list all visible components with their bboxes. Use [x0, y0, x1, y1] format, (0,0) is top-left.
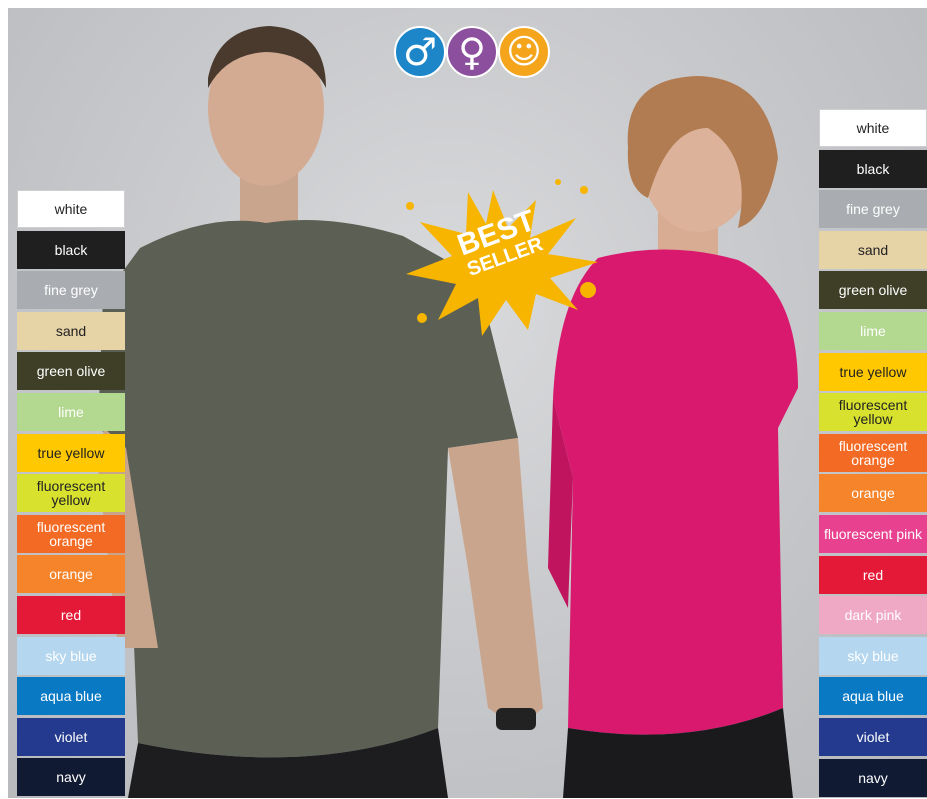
color-swatch-aqua-blue[interactable]: aqua blue	[819, 677, 927, 716]
color-swatch-black[interactable]: black	[17, 230, 125, 269]
color-swatch-dark-pink[interactable]: dark pink	[819, 596, 927, 635]
color-swatch-lime[interactable]: lime	[819, 311, 927, 350]
female-icon: ♀	[446, 26, 498, 78]
color-swatch-fluorescent-orange[interactable]: fluorescent orange	[17, 514, 125, 553]
color-swatch-lime[interactable]: lime	[17, 392, 125, 431]
color-swatch-white[interactable]: white	[819, 109, 927, 147]
color-swatch-violet[interactable]: violet	[17, 717, 125, 756]
gender-icons: ♂ ♀ ☺	[394, 26, 550, 80]
color-swatch-sand[interactable]: sand	[819, 230, 927, 269]
color-swatch-aqua-blue[interactable]: aqua blue	[17, 677, 125, 716]
color-swatch-white[interactable]: white	[17, 190, 125, 228]
color-swatch-fluorescent-orange[interactable]: fluorescent orange	[819, 433, 927, 472]
color-swatch-fluorescent-yellow[interactable]: fluorescent yellow	[819, 393, 927, 432]
color-swatch-violet[interactable]: violet	[819, 717, 927, 756]
color-swatch-true-yellow[interactable]: true yellow	[17, 433, 125, 472]
color-swatch-navy[interactable]: navy	[17, 758, 125, 797]
color-swatch-sky-blue[interactable]: sky blue	[17, 636, 125, 675]
models-illustration	[98, 26, 798, 798]
male-model	[98, 26, 543, 798]
color-swatch-sky-blue[interactable]: sky blue	[819, 636, 927, 675]
left-color-swatches: white black fine grey sand green olive lime tr…	[17, 190, 125, 799]
product-photo	[8, 8, 927, 798]
color-swatch-true-yellow[interactable]: true yellow	[819, 352, 927, 391]
color-swatch-fluorescent-pink[interactable]: fluorescent pink	[819, 514, 927, 553]
color-swatch-fluorescent-yellow[interactable]: fluorescent yellow	[17, 474, 125, 513]
color-swatch-fine-grey[interactable]: fine grey	[17, 271, 125, 310]
color-swatch-red[interactable]: red	[819, 555, 927, 594]
kids-smiley-icon: ☺	[498, 26, 550, 78]
color-swatch-green-olive[interactable]: green olive	[819, 271, 927, 310]
color-swatch-fine-grey[interactable]: fine grey	[819, 190, 927, 229]
color-swatch-orange[interactable]: orange	[17, 555, 125, 594]
color-swatch-green-olive[interactable]: green olive	[17, 352, 125, 391]
right-color-swatches: white black fine grey sand green olive lime tr…	[819, 109, 927, 799]
color-swatch-navy[interactable]: navy	[819, 758, 927, 797]
color-swatch-red[interactable]: red	[17, 595, 125, 634]
male-icon: ♂	[394, 26, 446, 78]
color-swatch-orange[interactable]: orange	[819, 474, 927, 513]
color-swatch-black[interactable]: black	[819, 149, 927, 188]
color-swatch-sand[interactable]: sand	[17, 311, 125, 350]
